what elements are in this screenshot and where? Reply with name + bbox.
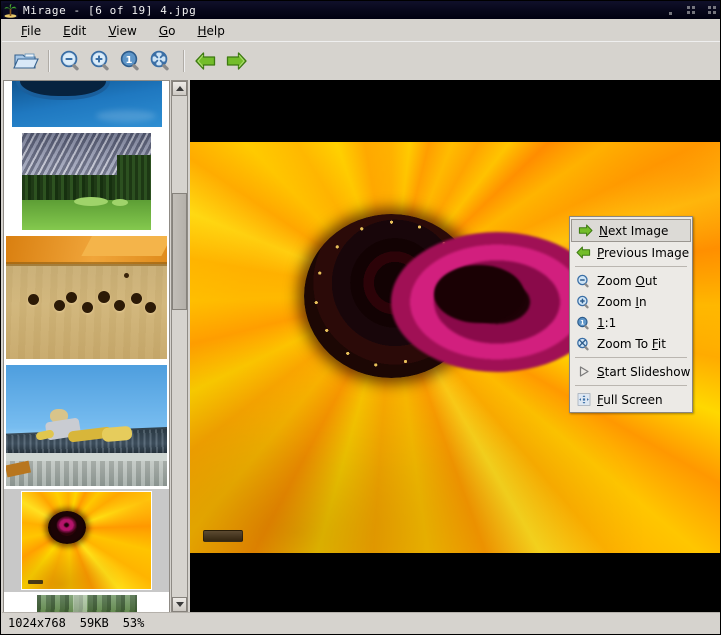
menu-separator-3 xyxy=(575,385,687,386)
minimize-icon[interactable] xyxy=(666,6,675,15)
menu-separator-1 xyxy=(575,266,687,267)
menu-zoom-to-fit-label: Zoom To Fit xyxy=(597,336,666,351)
menu-previous-image[interactable]: Previous Image xyxy=(570,242,692,263)
menu-separator-2 xyxy=(575,357,687,358)
thumbnail-wood-board[interactable] xyxy=(4,233,169,362)
menu-zoom-in-label: Zoom In xyxy=(597,294,647,309)
menu-previous-image-label: Previous Image xyxy=(597,245,690,260)
next-image-button[interactable] xyxy=(221,46,251,76)
menu-view[interactable]: View xyxy=(97,22,147,40)
palm-tree-icon xyxy=(3,2,18,18)
menu-start-slideshow[interactable]: Start Slideshow xyxy=(570,361,692,382)
svg-text:1: 1 xyxy=(580,318,584,326)
scroll-thumb[interactable] xyxy=(172,193,187,310)
menu-zoom-in[interactable]: Zoom In xyxy=(570,291,692,312)
menu-zoom-1to1-label: 1:1 xyxy=(597,315,617,330)
menu-file-label: ile xyxy=(27,23,42,38)
menu-help-label: elp xyxy=(206,23,225,38)
thumbnail-mountain[interactable] xyxy=(4,130,169,233)
thumbnail-list xyxy=(4,81,169,612)
thumbnail-scrollbar[interactable] xyxy=(171,80,188,613)
menu-full-screen-label: Full Screen xyxy=(597,392,663,407)
menu-go[interactable]: Go xyxy=(148,22,187,40)
scroll-down-arrow-icon[interactable] xyxy=(172,597,187,612)
menu-zoom-to-fit[interactable]: Zoom To Fit xyxy=(570,333,692,354)
zoom-out-icon xyxy=(574,272,593,289)
toolbar-separator-2 xyxy=(183,49,184,72)
menu-next-image[interactable]: Next Image xyxy=(571,219,691,242)
status-zoom: 53% xyxy=(122,616,145,630)
thumbnail-kayak-water[interactable] xyxy=(4,81,169,130)
status-bar: 1024x768 59KB 53% xyxy=(2,612,720,633)
menu-bar: File Edit View Go Help xyxy=(2,20,720,41)
menu-full-screen[interactable]: Full Screen xyxy=(570,389,692,410)
menu-help[interactable]: Help xyxy=(186,22,235,40)
window-buttons xyxy=(666,1,717,19)
play-icon xyxy=(574,363,593,380)
open-folder-button[interactable] xyxy=(11,46,41,76)
menu-file[interactable]: File xyxy=(10,22,52,40)
status-dimensions: 1024x768 xyxy=(8,616,66,630)
zoom-normal-button[interactable]: 1 xyxy=(116,46,146,76)
context-menu[interactable]: Next Image Previous Image Zoom Out Zoom … xyxy=(569,216,693,413)
flower-eye-inner xyxy=(433,265,524,323)
mirage-window: Mirage - [6 of 19] 4.jpg File Edit View … xyxy=(0,0,721,635)
thumbnail-pane[interactable] xyxy=(3,80,170,613)
zoom-in-button[interactable] xyxy=(86,46,116,76)
menu-view-label: iew xyxy=(116,23,137,38)
menu-zoom-out-label: Zoom Out xyxy=(597,273,658,288)
zoom-1to1-icon: 1 xyxy=(574,314,593,331)
thumbnail-forest[interactable] xyxy=(4,592,169,612)
menu-zoom-1to1[interactable]: 1 1:1 xyxy=(570,312,692,333)
window-title: Mirage - [6 of 19] 4.jpg xyxy=(23,3,197,17)
maximize-icon[interactable] xyxy=(687,5,696,15)
zoom-fit-icon xyxy=(574,335,593,352)
menu-start-slideshow-label: Start Slideshow xyxy=(597,364,691,379)
thumbnail-roof-worker[interactable] xyxy=(4,362,169,489)
watermark-badge xyxy=(203,530,243,542)
status-filesize: 59KB xyxy=(79,616,109,630)
menu-zoom-out[interactable]: Zoom Out xyxy=(570,270,692,291)
arrow-left-green-icon xyxy=(574,244,593,261)
menu-edit-label: dit xyxy=(70,23,87,38)
menu-go-label: o xyxy=(168,23,176,38)
zoom-in-icon xyxy=(574,293,593,310)
svg-text:1: 1 xyxy=(126,55,133,66)
title-bar: Mirage - [6 of 19] 4.jpg xyxy=(1,1,720,19)
fullscreen-icon xyxy=(574,391,593,408)
menu-edit[interactable]: Edit xyxy=(52,22,97,40)
toolbar-separator-1 xyxy=(48,49,49,72)
thumbnail-yellow-flower[interactable] xyxy=(4,489,169,592)
arrow-right-green-icon xyxy=(576,222,595,239)
scroll-up-arrow-icon[interactable] xyxy=(172,81,187,96)
zoom-out-button[interactable] xyxy=(56,46,86,76)
menu-next-image-label: Next Image xyxy=(599,223,669,238)
previous-image-button[interactable] xyxy=(191,46,221,76)
toolbar: 1 xyxy=(2,41,720,79)
close-icon[interactable] xyxy=(708,5,717,15)
zoom-fit-button[interactable] xyxy=(146,46,176,76)
